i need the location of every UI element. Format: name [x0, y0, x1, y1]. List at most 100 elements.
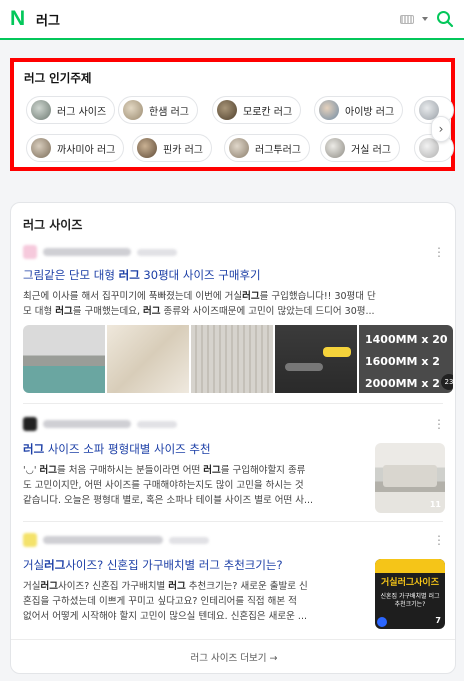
caret-down-icon[interactable] — [422, 17, 428, 21]
chip-thumbnail — [31, 100, 51, 120]
more-options-icon[interactable]: ⋮ — [433, 533, 445, 547]
size-chart-image[interactable]: 1400MM x 20 1600MM x 2 2000MM x 2 23 — [359, 325, 453, 393]
chip-label: 핀카 러그 — [163, 144, 203, 156]
title-part: 거실 — [23, 558, 45, 572]
result-image-strip[interactable]: 1400MM x 20 1600MM x 2 2000MM x 2 23 — [23, 325, 453, 393]
header-actions — [400, 10, 454, 28]
desc-line: 도 고민이지만, 어떤 사이즈를 구매해야하는지도 많이 고민을 하시는 것 — [23, 480, 304, 491]
source-name-blurred — [43, 420, 131, 428]
result-title[interactable]: 그림같은 단모 대형 러그 30평대 사이즈 구매후기 — [23, 267, 261, 283]
desc-line: 같습니다. 오늘은 평형대 별로, 혹은 소파나 테이블 사이즈 별로 어떤 사… — [23, 495, 314, 506]
topic-chip-kids-room-rug[interactable]: 아이방 러그 — [314, 96, 404, 124]
more-options-icon[interactable]: ⋮ — [433, 417, 445, 431]
image-count: 11 — [429, 500, 441, 509]
topic-chip-rug-size[interactable]: 러그 사이즈 — [26, 96, 116, 124]
search-icon[interactable] — [436, 10, 454, 28]
image-count: 7 — [435, 616, 441, 625]
rug-photo[interactable] — [107, 325, 189, 393]
desc-keyword: 러그 — [40, 581, 58, 592]
desc-line: 혼집을 구하셨는데 이쁘게 꾸미고 싶다고요? 인테리어를 직접 해본 적 — [23, 596, 297, 607]
topic-chip-hanssem-rug[interactable]: 한샘 러그 — [118, 96, 198, 124]
desc-line: 없어서 어떻게 시작해야 할지 고민이 많으실 텐데요. 신혼집은 새로운 ..… — [23, 611, 307, 622]
chip-thumbnail — [217, 100, 237, 120]
section-title: 러그 사이즈 — [23, 218, 83, 232]
source-name-blurred — [43, 536, 163, 544]
desc-line: 모 대형 러그를 구매했는데요, 러그 종류와 사이즈때문에 고민이 많았는데 … — [23, 304, 443, 319]
desc-text: 를 구입했습니다!! 30평대 단 — [259, 291, 376, 302]
popular-topics-title: 러그 인기주제 — [24, 71, 92, 85]
result-thumbnail[interactable]: 거실러그사이즈 신혼집 가구배치별 러그 추천크기는? 7 — [375, 559, 445, 629]
search-query[interactable]: 러그 — [36, 10, 60, 29]
source-date-blurred — [169, 536, 209, 544]
chip-label: 모로칸 러그 — [243, 106, 293, 118]
rug-size-results-card: 러그 사이즈 ⋮ 그림같은 단모 대형 러그 30평대 사이즈 구매후기 최근에… — [10, 202, 456, 674]
desc-text: 를 구매했는데요, — [72, 306, 143, 317]
title-part: 사이즈? 신혼집 가구배치별 러그 추천크기는? — [65, 558, 283, 572]
living-room-photo[interactable] — [23, 325, 105, 393]
desc-keyword: 러그 — [55, 306, 73, 317]
search-header: N 러그 — [0, 0, 464, 40]
desc-line: '◡' 러그를 처음 구매하시는 분들이라면 어떤 러그를 구입해야할지 종류 — [23, 463, 363, 478]
desc-text: 를 구입해야할지 종류 — [220, 465, 306, 476]
more-results-link[interactable]: 러그 사이즈 더보기 → — [11, 639, 455, 673]
result-source[interactable] — [23, 533, 209, 547]
size-line: 1400MM x 20 — [365, 333, 448, 346]
divider — [23, 403, 443, 404]
chat-screenshot[interactable] — [275, 325, 357, 393]
title-part: 30평대 사이즈 구매후기 — [139, 268, 261, 282]
chip-thumbnail — [325, 138, 345, 158]
size-line: 1600MM x 2 — [365, 355, 440, 368]
desc-text: 사이즈? 신혼집 가구배치별 — [57, 581, 169, 592]
result-description: 최근에 이사를 해서 집꾸미기에 푹빠졌는데 이번에 거실러그를 구입했습니다!… — [23, 289, 443, 319]
chip-label: 러그 사이즈 — [57, 106, 107, 118]
thumb-title: 거실러그사이즈 — [381, 578, 439, 588]
result-item: ⋮ 러그 사이즈 소파 평형대별 사이즈 추천 '◡' 러그를 처음 구매하시는… — [11, 417, 455, 517]
result-source[interactable] — [23, 245, 177, 259]
desc-text: 최근에 이사를 해서 집꾸미기에 푹빠졌는데 이번에 거실 — [23, 291, 243, 302]
result-title[interactable]: 거실러그사이즈? 신혼집 가구배치별 러그 추천크기는? — [23, 557, 283, 573]
chip-label: 러그투러그 — [255, 144, 301, 156]
desc-text: 추천크기는? 새로운 출발로 신 — [185, 581, 308, 592]
result-source[interactable] — [23, 417, 177, 431]
rug-pattern-photo[interactable] — [191, 325, 273, 393]
result-thumbnail[interactable]: 11 — [375, 443, 445, 513]
desc-keyword: 러그 — [203, 465, 221, 476]
source-favicon — [23, 533, 37, 547]
chip-label: 거실 러그 — [351, 144, 391, 156]
topic-chip-rug-to-rug[interactable]: 러그투러그 — [224, 134, 310, 162]
source-favicon — [23, 417, 37, 431]
desc-text: 모 대형 — [23, 306, 56, 317]
result-item: ⋮ 그림같은 단모 대형 러그 30평대 사이즈 구매후기 최근에 이사를 해서… — [11, 245, 455, 405]
topic-chip-moroccan-rug[interactable]: 모로칸 러그 — [212, 96, 302, 124]
chip-label: 아이방 러그 — [345, 106, 395, 118]
desc-keyword: 러그 — [143, 306, 161, 317]
topic-chip-casamia-rug[interactable]: 까사미아 러그 — [26, 134, 125, 162]
desc-keyword: 러그 — [168, 581, 186, 592]
title-part: 그림같은 단모 대형 — [23, 268, 119, 282]
chip-thumbnail — [319, 100, 339, 120]
title-keyword: 러그 — [23, 442, 45, 456]
chip-thumbnail — [123, 100, 143, 120]
divider — [23, 521, 443, 522]
desc-keyword: 러그 — [242, 291, 260, 302]
chip-thumbnail — [137, 138, 157, 158]
source-date-blurred — [137, 420, 177, 428]
desc-line: 최근에 이사를 해서 집꾸미기에 푹빠졌는데 이번에 거실러그를 구입했습니다!… — [23, 289, 443, 304]
source-favicon — [23, 245, 37, 259]
chevron-right-icon[interactable]: › — [431, 116, 451, 142]
desc-keyword: 러그 — [39, 465, 58, 476]
more-options-icon[interactable]: ⋮ — [433, 245, 445, 259]
naver-logo[interactable]: N — [10, 7, 30, 31]
popular-topics-panel: 러그 인기주제 러그 사이즈 한샘 러그 모로칸 러그 아이방 러그 까사미아 … — [10, 58, 455, 171]
result-title[interactable]: 러그 사이즈 소파 평형대별 사이즈 추천 — [23, 441, 211, 457]
size-line: 2000MM x 2 — [365, 377, 440, 390]
result-description: '◡' 러그를 처음 구매하시는 분들이라면 어떤 러그를 구입해야할지 종류 … — [23, 463, 363, 508]
chip-label: 한샘 러그 — [149, 106, 189, 118]
keyboard-icon[interactable] — [400, 14, 414, 24]
topic-chip-finca-rug[interactable]: 핀카 러그 — [132, 134, 212, 162]
result-item: ⋮ 거실러그사이즈? 신혼집 가구배치별 러그 추천크기는? 거실러그사이즈? … — [11, 533, 455, 633]
desc-line: 거실러그사이즈? 신혼집 가구배치별 러그 추천크기는? 새로운 출발로 신 — [23, 579, 363, 594]
chip-thumbnail — [31, 138, 51, 158]
topic-chip-living-room-rug[interactable]: 거실 러그 — [320, 134, 400, 162]
source-date-blurred — [137, 248, 177, 256]
